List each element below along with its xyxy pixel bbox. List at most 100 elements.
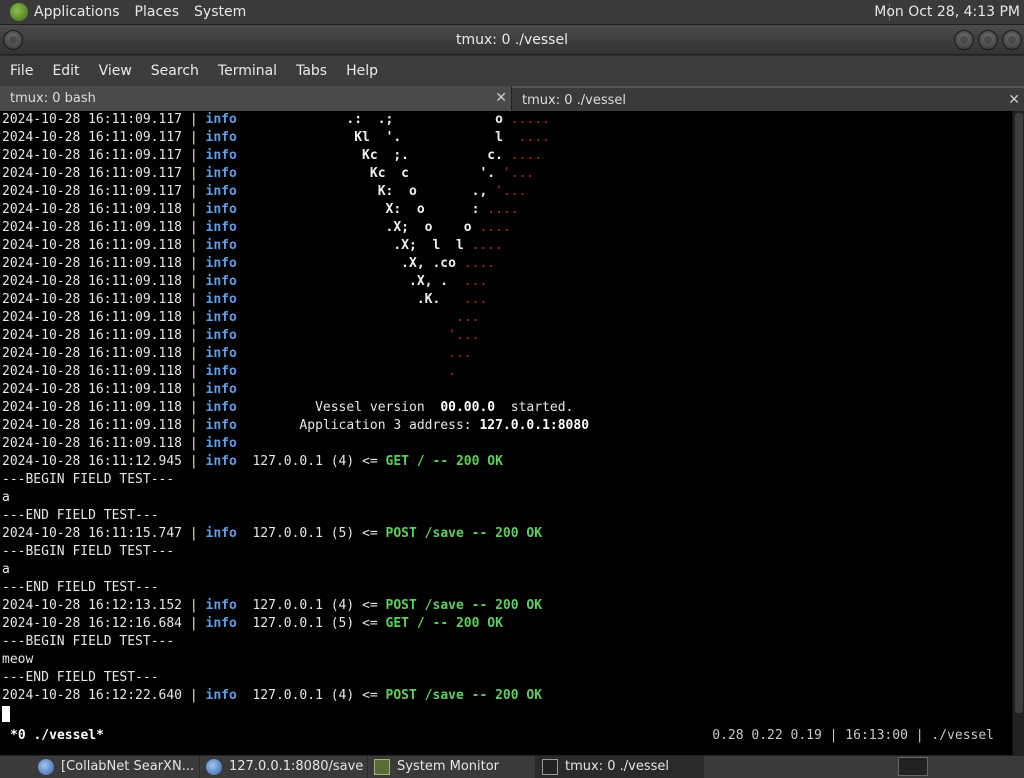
log-timestamp: 2024-10-28 16:11:09.118 (2, 364, 183, 379)
menu-help[interactable]: Help (346, 63, 378, 79)
window-titlebar[interactable]: tmux: 0 ./vessel (0, 25, 1024, 55)
log-separator: | (182, 220, 206, 235)
taskbar: [CollabNet SearXN... 127.0.0.1:8080/save… (0, 755, 1024, 778)
close-window-icon[interactable] (1002, 30, 1022, 50)
menu-terminal[interactable]: Terminal (218, 63, 277, 79)
tmux-window-list[interactable]: *0 ./vessel* (10, 725, 104, 746)
maximize-icon[interactable] (978, 30, 998, 50)
log-spacer (237, 184, 253, 199)
field-test-line: a (0, 561, 1012, 579)
log-timestamp: 2024-10-28 16:11:09.118 (2, 436, 183, 451)
log-spacer (237, 238, 253, 253)
log-separator: | (182, 166, 206, 181)
log-line: 2024-10-28 16:11:09.117 | info K: o ., '… (0, 183, 1012, 201)
log-level: info (205, 328, 237, 343)
log-level: info (205, 418, 237, 433)
log-spacer (237, 274, 253, 289)
window-title: tmux: 0 ./vessel (456, 32, 568, 48)
log-separator: | (182, 346, 206, 361)
log-level: info (205, 616, 237, 631)
request-log-line: 2024-10-28 16:12:22.640 | info 127.0.0.1… (0, 687, 1012, 705)
request-status: POST /save -- 200 OK (385, 688, 543, 703)
taskbar-item-terminal[interactable]: tmux: 0 ./vessel (536, 756, 704, 778)
output-text: ---BEGIN FIELD TEST--- (2, 472, 175, 487)
output-text: meow (2, 652, 34, 667)
menu-tabs[interactable]: Tabs (296, 63, 327, 79)
log-line: 2024-10-28 16:11:09.118 | info X: o : ..… (0, 201, 1012, 219)
log-level: info (205, 598, 237, 613)
prompt-line[interactable] (0, 705, 1012, 723)
ascii-art: .X; l (252, 238, 456, 253)
panel-menu-system[interactable]: System (194, 4, 246, 20)
scrollbar-thumb[interactable] (1015, 113, 1023, 713)
log-level: info (205, 400, 237, 415)
ascii-art: .X, . (252, 274, 449, 289)
ascii-art (252, 346, 440, 361)
ascii-art-dots: . (440, 364, 456, 379)
log-timestamp: 2024-10-28 16:11:09.118 (2, 328, 183, 343)
log-level: info (205, 364, 237, 379)
log-separator: | (182, 184, 206, 199)
tab-label: tmux: 0 ./vessel (522, 93, 626, 108)
ascii-art: c. (487, 148, 503, 163)
taskbar-item-system-monitor[interactable]: System Monitor (368, 756, 536, 778)
log-separator: | (182, 112, 206, 127)
log-spacer (237, 292, 253, 307)
distro-logo-icon[interactable] (10, 3, 28, 21)
request-client: 127.0.0.1 (4) <= (252, 688, 386, 703)
log-separator: | (182, 202, 206, 217)
taskbar-item-label: tmux: 0 ./vessel (565, 759, 669, 774)
panel-clock[interactable]: Mon Oct 28, 4:13 PM (874, 4, 1020, 20)
log-separator: | (182, 400, 206, 415)
menu-file[interactable]: File (10, 63, 33, 79)
log-level: info (205, 274, 237, 289)
log-spacer (237, 598, 253, 613)
menu-search[interactable]: Search (151, 63, 199, 79)
ascii-art: .X; o (252, 220, 464, 235)
ascii-art-dots: ... (440, 346, 472, 361)
terminal-output[interactable]: 2024-10-28 16:11:09.117 | info .: .; o .… (0, 111, 1012, 755)
log-spacer (237, 310, 253, 325)
request-status: POST /save -- 200 OK (385, 526, 543, 541)
menu-view[interactable]: View (99, 63, 132, 79)
ascii-art (252, 364, 440, 379)
field-test-line: meow (0, 651, 1012, 669)
log-line: 2024-10-28 16:11:09.118 | info .X; l l .… (0, 237, 1012, 255)
log-separator: | (182, 454, 206, 469)
address-value: 127.0.0.1:8080 (479, 418, 590, 433)
ascii-art: Kc c (252, 166, 480, 181)
log-level: info (205, 256, 237, 271)
ascii-art-dots: .... (479, 202, 519, 217)
close-tab-icon[interactable]: ✕ (495, 86, 507, 111)
log-level: info (205, 202, 237, 217)
log-spacer (237, 202, 253, 217)
request-status: GET / -- 200 OK (385, 454, 503, 469)
minimize-icon[interactable] (954, 30, 974, 50)
terminal-icon (542, 759, 558, 775)
close-tab-icon[interactable]: ✕ (1008, 88, 1020, 113)
field-test-line: ---BEGIN FIELD TEST--- (0, 471, 1012, 489)
log-separator: | (182, 238, 206, 253)
log-spacer (237, 382, 253, 397)
window-menu-icon[interactable] (3, 30, 23, 50)
tab-vessel[interactable]: tmux: 0 ./vessel ✕ (512, 86, 1024, 111)
menu-edit[interactable]: Edit (52, 63, 79, 79)
taskbar-item-save-page[interactable]: 127.0.0.1:8080/save ... (200, 756, 368, 778)
log-spacer (237, 400, 253, 415)
request-client: 127.0.0.1 (4) <= (252, 454, 386, 469)
panel-menu-places[interactable]: Places (135, 4, 180, 20)
taskbar-item-searxng[interactable]: [CollabNet SearXN... (0, 756, 200, 778)
panel-menu-applications[interactable]: Applications (34, 4, 120, 20)
log-line: 2024-10-28 16:11:09.118 | info .X, .co .… (0, 255, 1012, 273)
show-desktop-icon[interactable] (898, 757, 928, 776)
log-timestamp: 2024-10-28 16:11:09.117 (2, 112, 183, 127)
tab-bash[interactable]: tmux: 0 bash ✕ (0, 86, 512, 111)
tmux-status-bar: *0 ./vessel* 0.28 0.22 0.19 | 16:13:00 |… (0, 725, 1012, 746)
tab-label: tmux: 0 bash (10, 91, 96, 106)
log-separator: | (182, 364, 206, 379)
log-line: 2024-10-28 16:11:09.117 | info .: .; o .… (0, 111, 1012, 129)
log-timestamp: 2024-10-28 16:12:16.684 (2, 616, 183, 631)
log-line: 2024-10-28 16:11:09.117 | info Kl '. l .… (0, 129, 1012, 147)
log-level: info (205, 688, 237, 703)
terminal-scrollbar[interactable] (1012, 111, 1024, 755)
